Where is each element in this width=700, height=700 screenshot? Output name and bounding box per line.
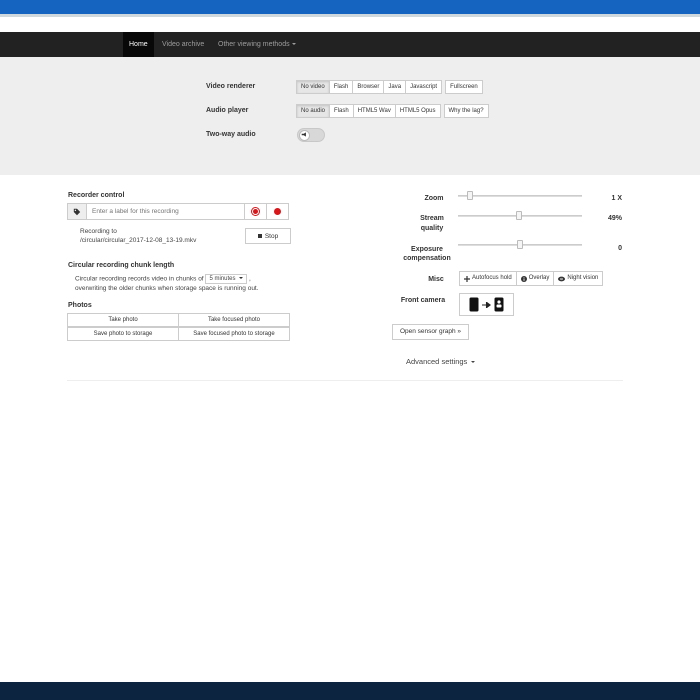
recording-label-group bbox=[67, 203, 289, 220]
audio-player-html5-wav[interactable]: HTML5 Wav bbox=[352, 104, 396, 118]
stream-quality-label-1: Stream bbox=[420, 215, 444, 222]
nav-video-archive[interactable]: Video archive bbox=[156, 32, 210, 57]
circular-chunk-title: Circular recording chunk length bbox=[68, 262, 175, 269]
phone-icon bbox=[494, 297, 504, 312]
recording-to-label: Recording to bbox=[80, 228, 117, 235]
autofocus-hold-button[interactable]: Autofocus hold bbox=[459, 271, 517, 286]
video-renderer-no-video[interactable]: No video bbox=[296, 80, 330, 94]
caret-down-icon bbox=[471, 361, 476, 364]
video-renderer-java[interactable]: Java bbox=[383, 80, 407, 94]
microphone-icon bbox=[299, 130, 310, 141]
circular-text-before: Circular recording records video in chun… bbox=[75, 275, 204, 283]
take-photo-button[interactable]: Take photo bbox=[67, 313, 179, 327]
tag-icon bbox=[67, 203, 87, 220]
info-icon bbox=[520, 275, 527, 282]
save-photo-button[interactable]: Save photo to storage bbox=[67, 327, 179, 341]
crosshair-icon bbox=[464, 275, 470, 282]
stop-button[interactable]: Stop bbox=[245, 228, 291, 244]
navbar: Home Video archive Other viewing methods bbox=[0, 32, 700, 57]
circular-chunk-text-2: overwriting the older chunks when storag… bbox=[75, 285, 259, 292]
recording-path: /circular/circular_2017-12-08_13-19.mkv bbox=[80, 237, 197, 244]
circular-text-after: , bbox=[248, 275, 251, 283]
stream-quality-slider-thumb[interactable] bbox=[515, 211, 522, 220]
viewer-settings-panel: Video renderer No video Flash Browser Ja… bbox=[0, 57, 700, 175]
audio-player-html5-opus[interactable]: HTML5 Opus bbox=[394, 104, 441, 118]
advanced-settings-label: Advanced settings bbox=[406, 357, 468, 366]
chunk-length-value: 5 minutes bbox=[209, 276, 236, 282]
misc-button-group: Autofocus hold Overlay Night vision bbox=[459, 271, 604, 286]
open-sensor-graph-button[interactable]: Open sensor graph » bbox=[392, 324, 469, 340]
arrow-right-icon bbox=[482, 301, 491, 308]
chunk-length-select[interactable]: 5 minutes bbox=[205, 274, 248, 284]
record-ring-button[interactable] bbox=[245, 203, 267, 220]
video-renderer-javascript[interactable]: Javascript bbox=[405, 80, 443, 94]
stop-label: Stop bbox=[264, 232, 279, 240]
video-renderer-group: No video Flash Browser Java Javascript F… bbox=[296, 80, 483, 94]
audio-player-no-audio[interactable]: No audio bbox=[296, 104, 331, 118]
exposure-label-1: Exposure bbox=[411, 246, 443, 253]
zoom-value: 1 X bbox=[611, 195, 622, 202]
audio-player-flash[interactable]: Flash bbox=[329, 104, 354, 118]
top-spacer bbox=[0, 17, 700, 32]
browser-bottom-bar bbox=[0, 682, 700, 700]
zoom-slider-thumb[interactable] bbox=[467, 191, 474, 200]
record-icon bbox=[274, 208, 281, 215]
nav-other-viewing-methods[interactable]: Other viewing methods bbox=[212, 32, 302, 57]
advanced-settings-toggle[interactable]: Advanced settings bbox=[406, 357, 476, 366]
take-focused-photo-button[interactable]: Take focused photo bbox=[178, 313, 290, 327]
video-renderer-fullscreen[interactable]: Fullscreen bbox=[445, 80, 483, 94]
why-the-lag-button[interactable]: Why the lag? bbox=[443, 104, 489, 118]
two-way-audio-label: Two-way audio bbox=[206, 131, 256, 138]
stream-quality-value: 49% bbox=[607, 215, 622, 222]
recorder-control-title: Recorder control bbox=[68, 192, 125, 199]
video-renderer-label: Video renderer bbox=[206, 83, 256, 90]
audio-player-group: No audio Flash HTML5 Wav HTML5 Opus Why … bbox=[296, 104, 489, 118]
nav-other-label: Other viewing methods bbox=[218, 41, 290, 48]
eye-icon bbox=[558, 276, 566, 281]
front-camera-toggle[interactable] bbox=[459, 293, 514, 316]
circular-chunk-text: Circular recording records video in chun… bbox=[75, 274, 251, 284]
recording-label-input[interactable] bbox=[87, 203, 245, 220]
record-button[interactable] bbox=[267, 203, 289, 220]
two-way-audio-toggle[interactable] bbox=[297, 128, 325, 142]
overlay-button[interactable]: Overlay bbox=[515, 271, 555, 286]
photos-title: Photos bbox=[68, 302, 92, 309]
zoom-slider-track[interactable] bbox=[458, 195, 582, 197]
front-camera-label: Front camera bbox=[400, 297, 446, 304]
caret-down-icon bbox=[291, 43, 296, 46]
save-focused-photo-button[interactable]: Save focused photo to storage bbox=[178, 327, 290, 341]
exposure-label-2: compensation bbox=[403, 255, 451, 262]
divider bbox=[67, 380, 623, 381]
stream-quality-label-2: quality bbox=[420, 225, 444, 232]
night-vision-label: Night vision bbox=[567, 275, 599, 281]
autofocus-hold-label: Autofocus hold bbox=[472, 275, 512, 281]
exposure-value: 0 bbox=[618, 245, 622, 252]
nav-home[interactable]: Home bbox=[123, 32, 154, 57]
video-renderer-flash[interactable]: Flash bbox=[328, 80, 354, 94]
audio-player-label: Audio player bbox=[206, 107, 249, 114]
stop-icon bbox=[257, 234, 262, 238]
record-icon bbox=[253, 209, 258, 214]
caret-down-icon bbox=[239, 277, 244, 280]
night-vision-button[interactable]: Night vision bbox=[553, 271, 604, 286]
overlay-label: Overlay bbox=[528, 275, 550, 281]
nav-video-archive-label: Video archive bbox=[162, 41, 205, 48]
browser-top-bar bbox=[0, 0, 700, 14]
phone-icon bbox=[469, 297, 479, 312]
exposure-slider-thumb[interactable] bbox=[517, 240, 523, 249]
video-renderer-browser[interactable]: Browser bbox=[352, 80, 385, 94]
